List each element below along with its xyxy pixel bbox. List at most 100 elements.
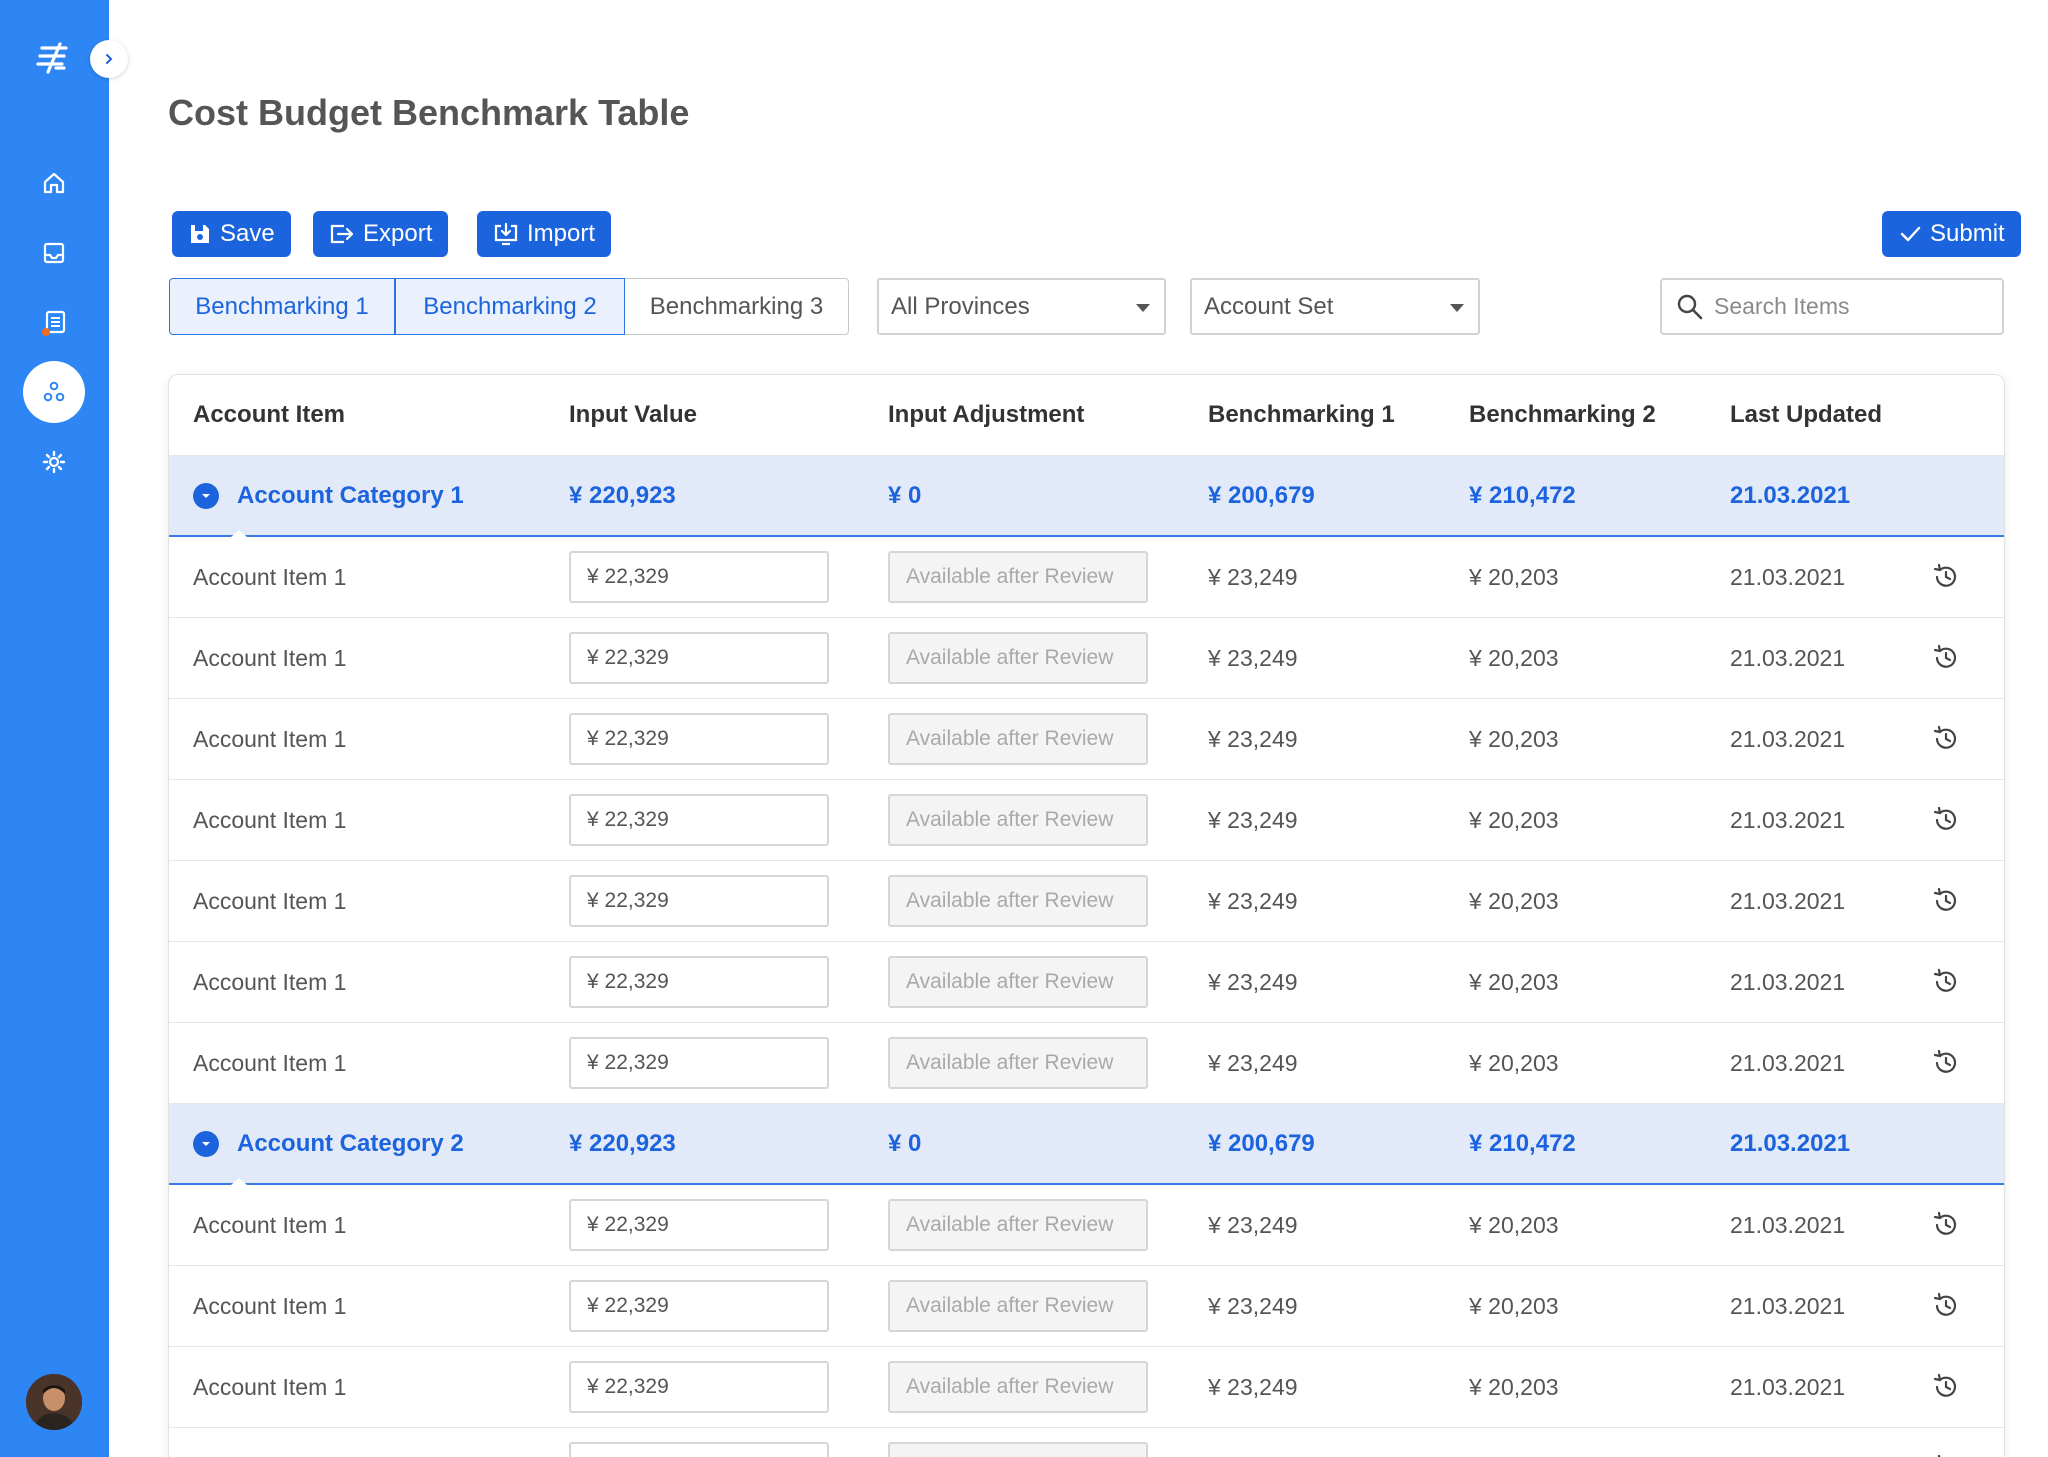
settings-icon[interactable]	[34, 442, 74, 482]
list-icon[interactable]	[34, 303, 74, 343]
history-icon[interactable]	[1931, 886, 1961, 916]
account-item-name: Account Item 1	[193, 968, 347, 995]
last-updated-value: 21.03.2021	[1730, 1049, 1846, 1076]
header-input-adjustment: Input Adjustment	[888, 401, 1085, 428]
benchmarking-2-value: ¥ 20,203	[1469, 725, 1559, 752]
input-value-field[interactable]: ¥ 22,329	[569, 1199, 829, 1251]
benchmarking-1-value: ¥ 23,249	[1208, 563, 1298, 590]
benchmarking-2-value: ¥ 20,203	[1469, 887, 1559, 914]
header-benchmarking-1: Benchmarking 1	[1208, 401, 1395, 428]
input-value-field[interactable]: ¥ 22,329	[569, 875, 829, 927]
tab-benchmarking-3[interactable]: Benchmarking 3	[625, 278, 849, 335]
table-row: Account Item 1 ¥ 22,329 Available after Re…	[169, 780, 2004, 861]
input-adjustment-field: Available after Review	[888, 875, 1148, 927]
history-icon[interactable]	[1931, 1210, 1961, 1240]
account-set-select[interactable]: Account Set	[1190, 278, 1480, 335]
table-row: Account Item 1 ¥ 22,329 Available after Re…	[169, 1347, 2004, 1428]
province-select[interactable]: All Provinces	[877, 278, 1166, 335]
input-value-field[interactable]: ¥ 22,329	[569, 632, 829, 684]
benchmarking-1-value: ¥ 23,249	[1208, 1292, 1298, 1319]
import-icon	[494, 222, 518, 246]
category-adjustment: ¥ 0	[888, 1130, 922, 1157]
last-updated-value: 21.03.2021	[1730, 1211, 1846, 1238]
input-value-field[interactable]: ¥ 22,329	[569, 1280, 829, 1332]
input-value-cell: ¥ 22,329	[569, 861, 829, 941]
input-adjustment-field: Available after Review	[888, 551, 1148, 603]
input-value-field[interactable]: ¥ 22,329	[569, 1442, 829, 1457]
input-value-cell: ¥ 22,329	[569, 1023, 829, 1103]
hierarchy-icon[interactable]	[23, 361, 85, 423]
history-icon[interactable]	[1931, 643, 1961, 673]
history-icon[interactable]	[1931, 967, 1961, 997]
category-benchmarking-2: ¥ 210,472	[1469, 1130, 1576, 1157]
input-value-field[interactable]: ¥ 22,329	[569, 956, 829, 1008]
search-box	[1660, 278, 2004, 335]
table-row: Account Item 1 ¥ 22,329 Available after Re…	[169, 1185, 2004, 1266]
input-value-field[interactable]: ¥ 22,329	[569, 794, 829, 846]
sidebar-expand-button[interactable]	[90, 40, 128, 78]
last-updated-value: 21.03.2021	[1730, 1428, 1845, 1457]
header-input-value: Input Value	[569, 401, 698, 428]
submit-button[interactable]: Submit	[1882, 211, 2021, 257]
tab-benchmarking-1[interactable]: Benchmarking 1	[169, 278, 395, 335]
benchmarking-1-value: ¥ 23,249	[1208, 887, 1298, 914]
chevron-down-icon	[1136, 304, 1150, 312]
input-adjustment-cell: Available after Review	[888, 1347, 1148, 1427]
benchmarking-2-value: ¥ 20,203	[1469, 1373, 1559, 1400]
input-value-cell: ¥ 22,329	[569, 618, 829, 698]
account-item-name: Account Item 1	[193, 887, 347, 914]
category-name: Account Category 1	[237, 482, 464, 509]
province-select-value: All Provinces	[891, 292, 1030, 320]
table-row: Account Item 1 ¥ 22,329 Available after Re…	[169, 618, 2004, 699]
input-value-field[interactable]: ¥ 22,329	[569, 1361, 829, 1413]
input-adjustment-field: Available after Review	[888, 1199, 1148, 1251]
collapse-toggle-icon[interactable]	[193, 1131, 219, 1157]
home-icon[interactable]	[34, 163, 74, 203]
history-icon[interactable]	[1931, 1048, 1961, 1078]
account-item-name: Account Item 1	[193, 1292, 347, 1319]
history-icon[interactable]	[1931, 1453, 1961, 1457]
category-adjustment: ¥ 0	[888, 482, 922, 509]
logo-icon[interactable]	[34, 38, 74, 78]
tab-benchmarking-2[interactable]: Benchmarking 2	[395, 278, 625, 335]
history-icon[interactable]	[1931, 1291, 1961, 1321]
input-adjustment-cell: Available after Review	[888, 942, 1148, 1022]
benchmarking-1-value: ¥ 23,249	[1208, 725, 1298, 752]
input-value-cell: ¥ 22,329	[569, 537, 829, 617]
account-item-name: Account Item 1	[193, 563, 347, 590]
account-item-name: Account Item 1	[193, 725, 347, 752]
input-value-cell: ¥ 22,329	[569, 780, 829, 860]
inbox-icon[interactable]	[34, 233, 74, 273]
input-value-field[interactable]: ¥ 22,329	[569, 713, 829, 765]
category-name-cell: Account Category 2	[193, 1104, 464, 1184]
category-notch	[231, 530, 247, 537]
category-row[interactable]: Account Category 2 ¥ 220,923 ¥ 0 ¥ 200,679 ¥…	[169, 1104, 2004, 1185]
input-adjustment-cell: Available after Review	[888, 1023, 1148, 1103]
import-label: Import	[527, 220, 596, 247]
input-value-cell: ¥ 22,329	[569, 1266, 829, 1346]
table-row: Account Item 1 ¥ 22,329 Available after Re…	[169, 537, 2004, 618]
input-adjustment-field: Available after Review	[888, 1037, 1148, 1089]
table-row: Account Item 1 ¥ 22,329 Available after Re…	[169, 1023, 2004, 1104]
history-icon[interactable]	[1931, 562, 1961, 592]
input-value-field[interactable]: ¥ 22,329	[569, 551, 829, 603]
last-updated-value: 21.03.2021	[1730, 968, 1846, 995]
account-item-name: Account Item 1	[193, 644, 347, 671]
history-icon[interactable]	[1931, 805, 1961, 835]
benchmarking-2-value: ¥ 20,203	[1469, 563, 1559, 590]
history-icon[interactable]	[1931, 724, 1961, 754]
account-item-name: Account Item 1	[193, 1049, 347, 1076]
collapse-toggle-icon[interactable]	[193, 483, 219, 509]
search-input[interactable]	[1714, 293, 1974, 320]
category-row[interactable]: Account Category 1 ¥ 220,923 ¥ 0 ¥ 200,679 ¥…	[169, 456, 2004, 537]
history-icon[interactable]	[1931, 1372, 1961, 1402]
benchmark-tabs: Benchmarking 1 Benchmarking 2 Benchmarki…	[169, 278, 849, 335]
input-value-field[interactable]: ¥ 22,329	[569, 1037, 829, 1089]
export-button[interactable]: Export	[313, 211, 449, 257]
save-button[interactable]: Save	[172, 211, 291, 257]
avatar[interactable]	[26, 1374, 82, 1430]
benchmarking-2-value: ¥ 20,203	[1469, 968, 1559, 995]
benchmarking-2-value: ¥ 20,203	[1469, 644, 1559, 671]
import-button[interactable]: Import	[477, 211, 612, 257]
benchmarking-1-value: ¥ 23,249	[1208, 806, 1298, 833]
